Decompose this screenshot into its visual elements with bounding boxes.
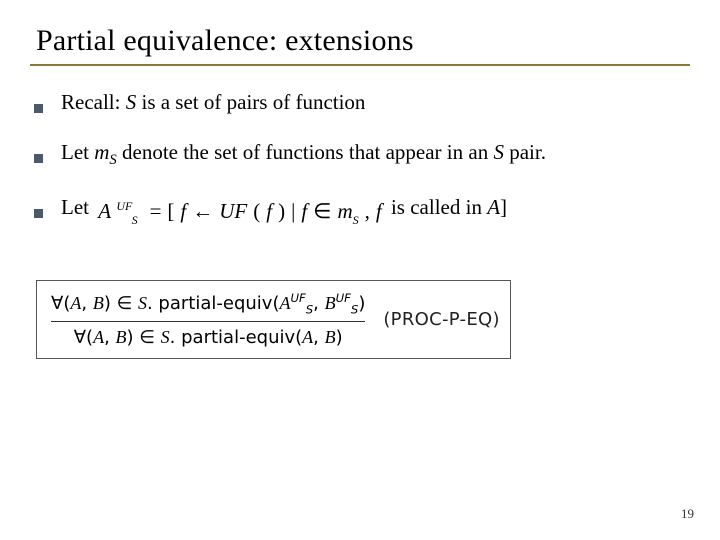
math-var: f — [180, 197, 186, 225]
bullet-icon — [34, 104, 43, 113]
math-op: = — [150, 197, 162, 225]
math-bracket: ) — [278, 197, 285, 225]
math-var: A — [487, 195, 500, 219]
math-op: | — [291, 197, 295, 225]
math-formula: A UF S = [ f ← UF(f) | f ∈ mS , f — [98, 197, 381, 225]
bullet-text: Recall: S is a set of pairs of function — [61, 88, 365, 116]
math-var: f — [376, 197, 382, 225]
math-sup: UF — [336, 291, 351, 305]
math-var: B — [93, 293, 104, 313]
text: denote the set of functions that appear … — [117, 140, 494, 164]
text: pair. — [504, 140, 546, 164]
math-op: ← — [192, 197, 213, 225]
math-sub: S — [353, 213, 359, 227]
math-bracket: [ — [167, 197, 174, 225]
math-op: ∈ — [313, 197, 331, 225]
math-bracket: ) — [336, 327, 343, 348]
math-bracket: ) — [358, 293, 365, 314]
math-var: m — [337, 199, 352, 223]
slide-body: Recall: S is a set of pairs of function … — [30, 88, 690, 359]
text: . — [147, 293, 158, 314]
math-sub: S — [109, 153, 116, 169]
math-bracket: ) — [127, 327, 134, 348]
slide: Partial equivalence: extensions Recall: … — [0, 0, 720, 540]
rule-conclusion: ∀(A, B) ∈ S. partial-equiv(A, B) — [74, 327, 343, 348]
function-name: partial-equiv — [158, 293, 272, 314]
math-op: ∀ — [51, 293, 63, 314]
math-op: , — [365, 197, 370, 225]
math-op: ∀ — [74, 327, 86, 348]
math-var: S — [493, 140, 504, 164]
bullet-text: Let mS denote the set of functions that … — [61, 138, 546, 171]
math-bracket: ( — [253, 197, 260, 225]
slide-title: Partial equivalence: extensions — [30, 18, 690, 66]
math-var: B — [325, 327, 336, 347]
math-bracket: ) — [104, 293, 111, 314]
bullet-icon — [34, 209, 43, 218]
math-var: B — [116, 327, 127, 347]
math-sub: S — [132, 213, 138, 227]
math-var: f — [301, 197, 307, 225]
math-var: A — [70, 293, 81, 313]
math-var: S — [138, 293, 147, 313]
rule-line — [51, 321, 365, 322]
math-var: UF — [219, 197, 247, 225]
math-var: f — [266, 197, 272, 225]
inference-rule: ∀(A, B) ∈ S. partial-equiv(AUFS, BUFS) ∀… — [36, 280, 511, 360]
math-var: m — [94, 140, 109, 164]
bullet-item: Let mS denote the set of functions that … — [34, 138, 690, 171]
text: Recall: — [61, 90, 126, 114]
math-op: ∈ — [134, 327, 161, 348]
text: , — [313, 293, 324, 314]
math-op: ∈ — [111, 293, 138, 314]
math-var: A — [302, 327, 313, 347]
rule-fraction: ∀(A, B) ∈ S. partial-equiv(AUFS, BUFS) ∀… — [51, 291, 365, 349]
text: , — [104, 327, 115, 348]
bullet-text: Let A UF S = [ f ← UF(f) | f ∈ — [61, 193, 507, 221]
bullet-item: Recall: S is a set of pairs of function — [34, 88, 690, 116]
page-number: 19 — [681, 506, 694, 522]
math-var: S — [126, 90, 137, 114]
math-sup: UF — [290, 291, 305, 305]
math-var: B — [325, 293, 336, 313]
math-bracket: ( — [86, 327, 93, 348]
rule-name-label: (PROC-P-EQ) — [383, 309, 499, 330]
bullet-icon — [34, 154, 43, 163]
math-var: S — [161, 327, 170, 347]
math-var: A — [93, 327, 104, 347]
math-var: A — [279, 293, 290, 313]
text: Let — [61, 195, 94, 219]
text: is a set of pairs of function — [136, 90, 365, 114]
rule-premise: ∀(A, B) ∈ S. partial-equiv(AUFS, BUFS) — [51, 291, 365, 317]
text: , — [81, 293, 92, 314]
text: ] — [500, 195, 507, 219]
text: Let — [61, 140, 94, 164]
text: . — [170, 327, 181, 348]
math-var: A — [98, 199, 111, 223]
math-sup: UF — [116, 199, 132, 213]
text: , — [313, 327, 324, 348]
bullet-item: Let A UF S = [ f ← UF(f) | f ∈ — [34, 193, 690, 221]
function-name: partial-equiv — [181, 327, 295, 348]
text: is called in — [391, 195, 487, 219]
